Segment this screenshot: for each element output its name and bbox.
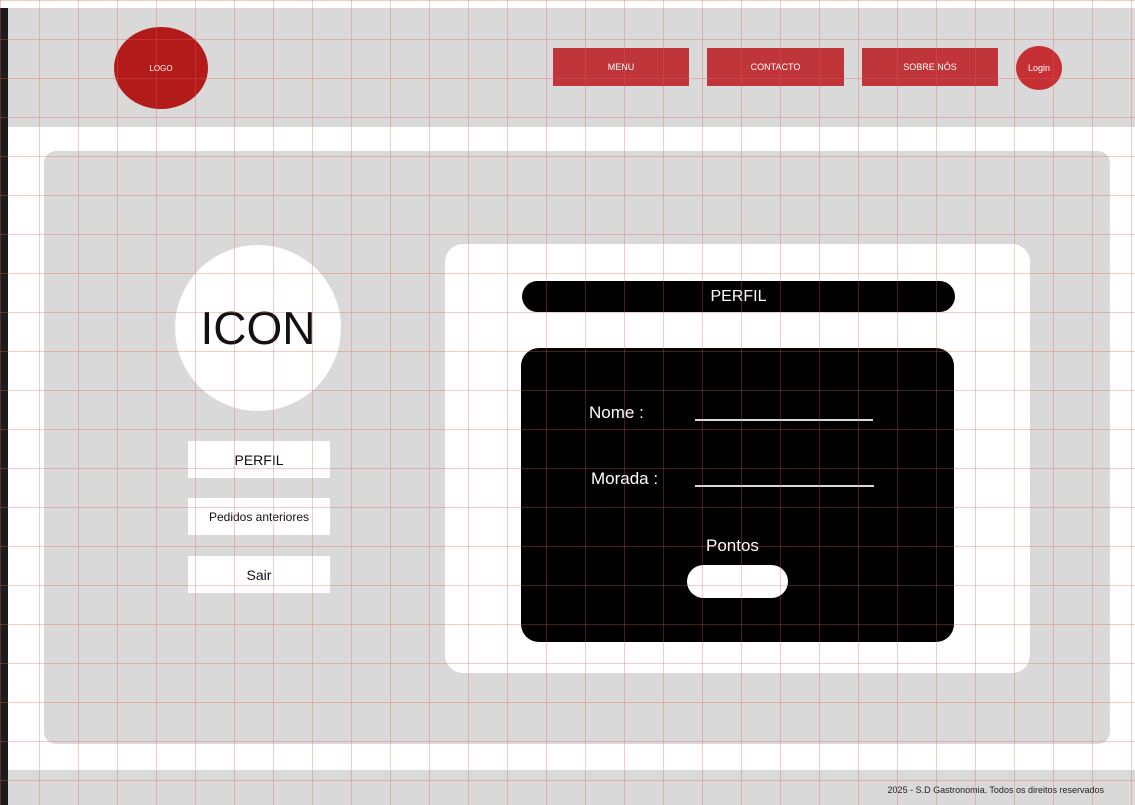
nav-menu-button[interactable]: MENU bbox=[553, 48, 689, 86]
profile-title: PERFIL bbox=[522, 281, 955, 312]
login-button[interactable]: Login bbox=[1016, 46, 1062, 90]
nome-field[interactable] bbox=[695, 419, 873, 421]
pontos-label: Pontos bbox=[706, 536, 759, 555]
morada-label: Morada : bbox=[591, 469, 659, 488]
nav-sobre-nos-button[interactable]: SOBRE NÓS bbox=[862, 48, 998, 86]
footer-copyright: 2025 - S.D Gastronomia. Todos os direito… bbox=[887, 785, 1104, 795]
sidebar-item-sair[interactable]: Sair bbox=[188, 556, 330, 593]
avatar: ICON bbox=[175, 245, 341, 411]
page-canvas: LOGO MENU CONTACTO SOBRE NÓS Login ICON … bbox=[0, 0, 1135, 805]
nav-contacto-button[interactable]: CONTACTO bbox=[707, 48, 844, 86]
left-edge-border bbox=[0, 0, 8, 805]
sidebar-item-pedidos-anteriores[interactable]: Pedidos anteriores bbox=[188, 498, 330, 535]
top-edge-border bbox=[0, 0, 1135, 8]
pontos-value-pill bbox=[687, 565, 788, 598]
nome-label: Nome : bbox=[589, 403, 644, 422]
morada-field[interactable] bbox=[695, 485, 874, 487]
logo[interactable]: LOGO bbox=[114, 27, 208, 109]
sidebar-item-perfil[interactable]: PERFIL bbox=[188, 441, 330, 478]
